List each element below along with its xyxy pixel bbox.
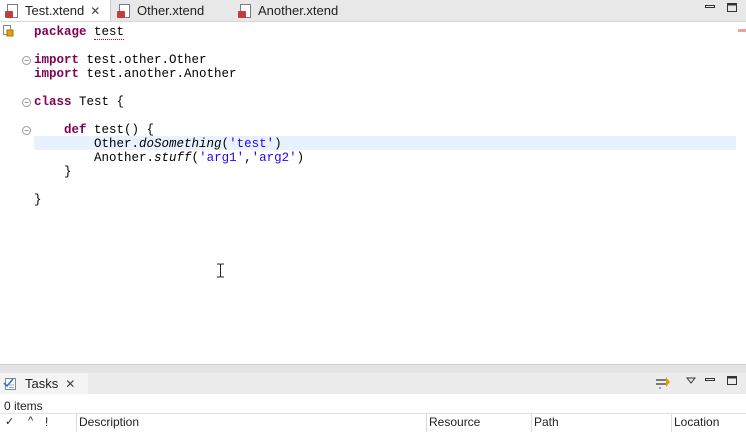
- xtend-file-icon: [5, 3, 19, 18]
- fold-method-icon[interactable]: −: [22, 126, 31, 135]
- close-brace: }: [34, 193, 42, 207]
- xtend-file-icon: [117, 3, 131, 18]
- code-line-call-2: Another.stuff('arg1','arg2'): [34, 151, 304, 165]
- close-brace: }: [64, 165, 72, 179]
- column-location[interactable]: Location: [674, 415, 719, 429]
- code-line-call-1: Other.doSomething('test'): [34, 137, 282, 151]
- maximize-view-icon[interactable]: [727, 376, 737, 385]
- string-literal: 'arg2': [251, 151, 297, 165]
- code-line-import-2: import test.another.Another: [34, 67, 237, 81]
- keyword: package: [34, 25, 87, 39]
- minimize-icon[interactable]: [705, 3, 715, 12]
- close-view-icon[interactable]: ✕: [65, 377, 75, 391]
- editor-tab-bar: Test.xtend ✕ Other.xtend Another.xtend: [0, 0, 746, 21]
- fold-imports-icon[interactable]: −: [22, 56, 31, 65]
- fold-class-icon[interactable]: −: [22, 98, 31, 107]
- overview-error-marker[interactable]: [738, 29, 746, 32]
- column-path[interactable]: Path: [534, 415, 559, 429]
- maximize-icon[interactable]: [727, 3, 737, 12]
- code-line-close-method: }: [34, 165, 72, 179]
- tab-label: Another.xtend: [258, 3, 339, 18]
- column-completed[interactable]: ✓: [5, 415, 14, 428]
- tab-other-xtend[interactable]: Other.xtend: [112, 0, 230, 21]
- view-menu-icon[interactable]: [686, 377, 696, 385]
- import-path: test.other.Other: [86, 53, 207, 67]
- string-literal: 'arg1': [199, 151, 245, 165]
- code-editor[interactable]: − − − package test import test.other.Oth…: [0, 21, 746, 365]
- package-name: test: [94, 25, 125, 40]
- string-literal: 'test': [229, 137, 275, 151]
- column-priority[interactable]: !: [45, 415, 48, 429]
- column-priority-sort[interactable]: ^: [28, 415, 33, 427]
- tasks-view-header: Tasks ✕: [0, 373, 746, 394]
- xtend-file-icon: [238, 3, 252, 18]
- method-name: doSomething: [139, 137, 222, 151]
- tasks-title: Tasks: [25, 376, 59, 391]
- items-count: 0 items: [4, 399, 43, 413]
- code-line-close-class: }: [34, 193, 42, 207]
- column-resource[interactable]: Resource: [429, 415, 480, 429]
- receiver: Another.: [94, 151, 155, 165]
- tab-another-xtend[interactable]: Another.xtend: [233, 0, 363, 21]
- keyword: import: [34, 53, 80, 67]
- code-line-def: def test() {: [34, 123, 154, 137]
- tab-test-xtend[interactable]: Test.xtend ✕: [0, 0, 111, 21]
- code-line-class: class Test {: [34, 95, 124, 109]
- keyword: def: [64, 123, 87, 137]
- minimize-view-icon[interactable]: [705, 376, 715, 385]
- warning-marker-icon[interactable]: [3, 25, 14, 37]
- class-decl: Test {: [79, 95, 125, 109]
- keyword: class: [34, 95, 72, 109]
- tab-tasks[interactable]: Tasks ✕: [0, 373, 88, 394]
- paren: (: [221, 137, 230, 151]
- text-cursor-icon: [217, 263, 224, 278]
- tab-label: Test.xtend: [25, 3, 85, 18]
- method-decl: test() {: [94, 123, 155, 137]
- method-name: stuff: [154, 151, 192, 165]
- paren: (: [191, 151, 200, 165]
- comma: ,: [244, 151, 252, 165]
- close-tab-icon[interactable]: ✕: [90, 4, 100, 18]
- tasks-icon: [3, 377, 16, 390]
- column-description[interactable]: Description: [79, 415, 139, 429]
- receiver: Other.: [94, 137, 140, 151]
- paren: ): [274, 137, 282, 151]
- keyword: import: [34, 67, 80, 81]
- focus-on-workweek-icon[interactable]: [655, 376, 671, 390]
- code-line-package: package test: [34, 25, 125, 40]
- code-line-import-1: import test.other.Other: [34, 53, 207, 67]
- tasks-table: 0 items ✓ ^ ! Description Resource Path …: [0, 394, 746, 432]
- tab-label: Other.xtend: [137, 3, 205, 18]
- import-path: test.another.Another: [86, 67, 237, 81]
- paren: ): [296, 151, 305, 165]
